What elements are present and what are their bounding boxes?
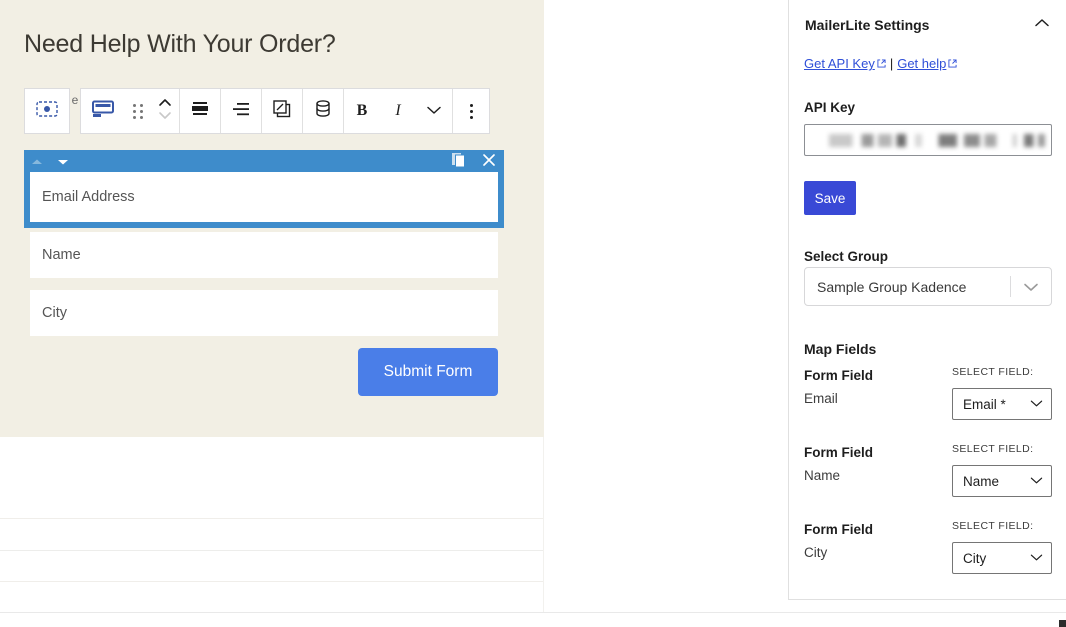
form-field-name: Name [804,468,841,483]
align-button[interactable] [180,89,220,133]
form-field-name: City [804,545,828,560]
email-block-toolbar [24,150,504,174]
select-field-label: SELECT FIELD: [952,366,1034,378]
placeholder-rule [0,550,544,551]
block-toolbar: e B I [24,88,490,134]
move-up-button[interactable] [24,153,50,171]
email-input[interactable]: Email Address [30,172,498,222]
form-field-header: Form Field [804,522,874,537]
panel-title: MailerLite Settings [805,17,930,33]
form-field-block-icon [91,99,115,124]
chevron-down-icon [1030,472,1043,490]
more-options-button[interactable] [453,89,489,133]
chevron-down-icon [1030,395,1043,413]
map-field-left: Form Field Email [804,368,944,406]
select-group-dropdown[interactable]: Sample Group Kadence [804,267,1052,306]
panel-header[interactable]: MailerLite Settings [789,0,1066,50]
help-links-row: Get API Key | Get help [804,56,957,71]
select-field-label: SELECT FIELD: [952,520,1034,532]
toolbar-group-more [453,89,489,133]
block-select-icon [36,100,58,122]
save-button[interactable]: Save [804,181,856,215]
select-field-value: City [963,550,987,566]
select-field-dropdown[interactable]: City [952,542,1052,574]
toolbar-group-format: B I [344,89,453,133]
chevron-down-icon[interactable] [1011,282,1051,292]
map-field-right: SELECT FIELD: City [952,520,1052,574]
form-field-header: Form Field [804,445,874,460]
page-bottom-rule [0,612,1066,613]
move-down-icon [57,153,69,171]
get-help-label: Get help [897,56,947,71]
api-key-masked-value [813,134,1045,147]
toolbar-group-database [303,89,344,133]
map-field-right: SELECT FIELD: Email * [952,366,1052,420]
editor-canvas: Need Help With Your Order? e B I Email A… [0,0,788,627]
placeholder-rule [0,581,544,582]
move-up-down-icon [158,96,172,127]
more-options-icon [469,103,473,119]
bold-button[interactable]: B [344,89,380,133]
remove-field-button[interactable] [474,153,504,172]
link-separator: | [889,56,894,71]
italic-button[interactable]: I [380,89,416,133]
get-help-link[interactable]: Get help [897,56,957,71]
api-key-input[interactable] [804,124,1052,156]
duplicate-field-button[interactable] [444,152,474,173]
toolbar-group-align [180,89,221,133]
move-block-buttons[interactable] [151,89,179,133]
external-link-icon [877,56,886,71]
get-api-key-label: Get API Key [804,56,875,71]
select-field-label: SELECT FIELD: [952,443,1034,455]
submit-form-button[interactable]: Submit Form [358,348,498,396]
select-field-dropdown[interactable]: Email * [952,388,1052,420]
ghost-letter: e [71,93,79,107]
toolbar-group-block [81,89,180,133]
form-field-name: Email [804,391,838,406]
toolbar-group-edit [262,89,303,133]
get-api-key-link[interactable]: Get API Key [804,56,886,71]
more-formats-button[interactable] [416,89,452,133]
placeholder-rule [0,518,544,519]
placeholder-edge [543,437,544,612]
api-key-label: API Key [804,100,856,115]
block-toolbar-main: B I [80,88,490,134]
map-field-right: SELECT FIELD: Name [952,443,1052,497]
chevron-up-icon[interactable] [1033,16,1051,34]
form-field-header: Form Field [804,368,874,383]
city-input[interactable]: City [30,290,498,336]
name-input[interactable]: Name [30,232,498,278]
select-group-value: Sample Group Kadence [817,278,967,295]
select-field-value: Name [963,473,1000,489]
chevron-down-icon [1030,549,1043,567]
drag-handle-icon [133,103,143,119]
align-icon [190,100,210,123]
select-parent-block-button[interactable] [24,88,70,134]
database-icon [314,99,332,124]
email-field-block[interactable]: Email Address [24,150,504,228]
chevron-down-icon [426,102,442,120]
text-align-icon [231,100,251,123]
corner-marker [1059,620,1066,627]
move-up-icon [31,153,43,171]
edit-duplicate-button[interactable] [262,89,302,133]
block-type-button[interactable] [81,89,125,133]
select-group-label: Select Group [804,249,889,264]
form-section: Need Help With Your Order? e B I Email A… [0,0,544,437]
select-field-value: Email * [963,396,1006,412]
edit-duplicate-icon [272,99,292,124]
drag-handle-button[interactable] [125,89,151,133]
map-fields-label: Map Fields [804,341,877,357]
map-field-left: Form Field Name [804,445,944,483]
select-field-dropdown[interactable]: Name [952,465,1052,497]
database-button[interactable] [303,89,343,133]
toolbar-group-textalign [221,89,262,133]
move-down-button[interactable] [50,153,76,171]
duplicate-icon [451,152,467,173]
map-field-left: Form Field City [804,522,944,560]
text-align-button[interactable] [221,89,261,133]
external-link-icon [948,56,957,71]
close-icon [482,153,496,172]
page-title: Need Help With Your Order? [24,30,336,58]
